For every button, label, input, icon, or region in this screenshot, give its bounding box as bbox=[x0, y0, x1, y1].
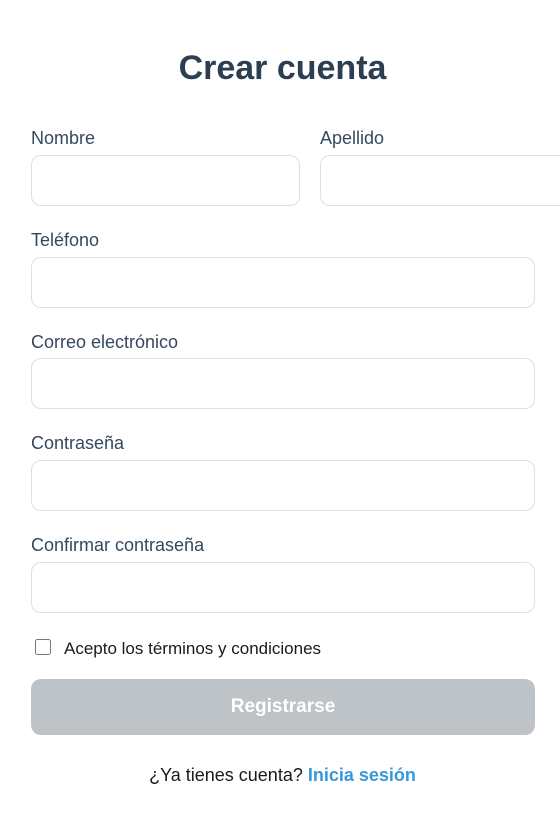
first-name-input[interactable] bbox=[31, 155, 300, 206]
last-name-input[interactable] bbox=[320, 155, 560, 206]
login-link[interactable]: Inicia sesión bbox=[308, 765, 416, 785]
register-page: Crear cuenta Nombre Apellido Teléfono Co… bbox=[0, 0, 560, 826]
page-title: Crear cuenta bbox=[178, 49, 387, 87]
confirm-password-label: Confirmar contraseña bbox=[31, 535, 205, 555]
register-button[interactable]: Registrarse bbox=[31, 679, 535, 735]
terms-checkbox[interactable] bbox=[35, 639, 51, 655]
phone-input[interactable] bbox=[31, 257, 535, 308]
login-prompt-text: ¿Ya tienes cuenta? bbox=[149, 765, 303, 785]
email-input[interactable] bbox=[31, 358, 535, 409]
email-label: Correo electrónico bbox=[31, 332, 179, 352]
phone-label: Teléfono bbox=[31, 230, 100, 250]
terms-label: Acepto los términos y condiciones bbox=[64, 639, 322, 658]
login-prompt: ¿Ya tienes cuenta? Inicia sesión bbox=[0, 764, 560, 786]
password-input[interactable] bbox=[31, 460, 535, 511]
first-name-label: Nombre bbox=[31, 128, 96, 148]
last-name-label: Apellido bbox=[320, 128, 385, 148]
password-label: Contraseña bbox=[31, 433, 125, 453]
confirm-password-input[interactable] bbox=[31, 562, 535, 613]
